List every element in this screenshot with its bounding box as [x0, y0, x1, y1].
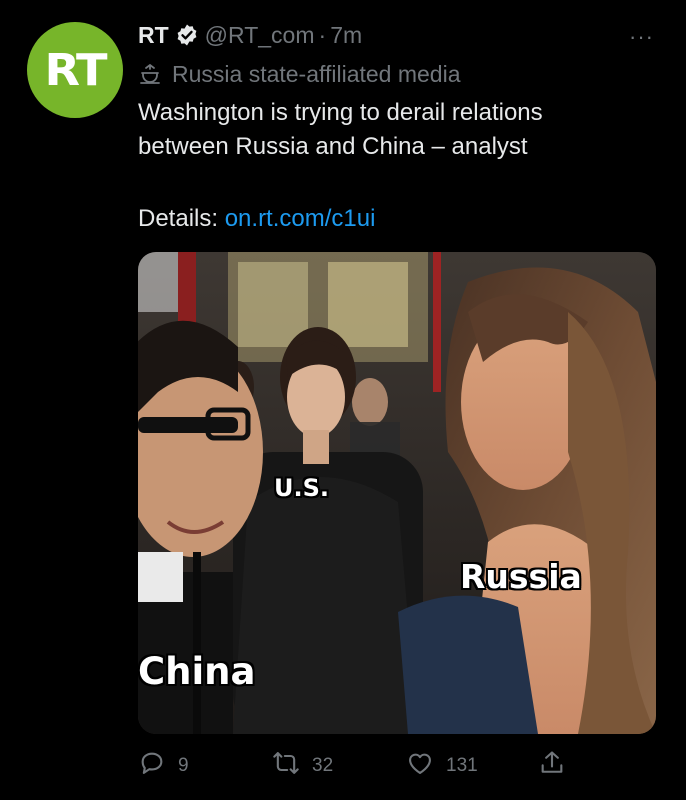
timestamp[interactable]: 7m — [330, 22, 362, 49]
share-button[interactable] — [538, 744, 566, 788]
like-button[interactable]: 131 — [406, 744, 478, 788]
share-icon — [538, 749, 566, 783]
retweet-button[interactable]: 32 — [272, 744, 333, 788]
tweet-link[interactable]: on.rt.com/c1ui — [225, 205, 376, 232]
retweet-icon — [272, 749, 300, 783]
like-count: 131 — [446, 755, 478, 776]
tweet-header: RT @RT_com · 7m ··· — [138, 18, 666, 52]
heart-icon — [406, 749, 434, 783]
reply-count: 9 — [178, 755, 189, 776]
avatar[interactable]: RT — [27, 22, 123, 118]
caption-china: China — [138, 650, 256, 693]
handle[interactable]: @RT_com — [205, 22, 315, 49]
tweet-text: Washington is trying to derail relations… — [138, 96, 658, 164]
caption-russia: Russia — [460, 557, 582, 596]
caption-us: U.S. — [274, 474, 330, 502]
retweet-count: 32 — [312, 755, 334, 776]
tweet: RT RT @RT_com · 7m ··· Russia state-affi… — [0, 0, 686, 800]
tweet-details: Details: on.rt.com/c1ui — [138, 202, 375, 236]
reply-button[interactable]: 9 — [138, 744, 189, 788]
verified-badge-icon — [175, 23, 199, 47]
avatar-logo-text: RT — [44, 44, 108, 96]
podium-icon — [138, 62, 162, 86]
tweet-actions: 9 32 131 — [138, 744, 658, 788]
details-prefix: Details: — [138, 205, 219, 232]
separator-dot: · — [318, 21, 327, 48]
tweet-text-line-1: Washington is trying to derail relations — [138, 99, 543, 126]
state-media-label[interactable]: Russia state-affiliated media — [138, 58, 461, 90]
state-media-label-text: Russia state-affiliated media — [172, 60, 461, 87]
reply-icon — [138, 749, 166, 783]
display-name[interactable]: RT — [138, 22, 169, 49]
tweet-media-image[interactable]: U.S. Russia China — [138, 252, 656, 734]
more-options-icon[interactable]: ··· — [629, 24, 654, 50]
tweet-text-line-2: between Russia and China – analyst — [138, 133, 528, 160]
